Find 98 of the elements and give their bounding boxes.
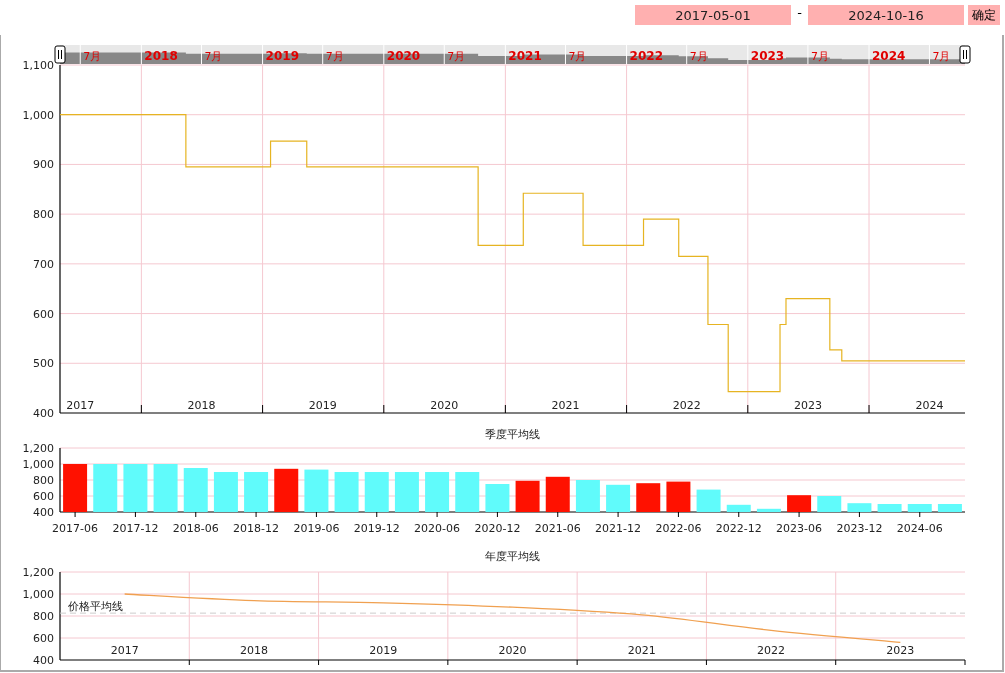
axis-label: 2017-12	[112, 522, 159, 535]
bar	[606, 484, 631, 512]
navigator-label: 7月	[810, 50, 829, 63]
axis-label: 2019-12	[353, 522, 400, 535]
bar	[937, 504, 962, 512]
navigator-label: 7月	[447, 50, 466, 63]
bar	[274, 468, 299, 512]
axis-label: 2023	[793, 399, 822, 412]
axis-label: 800	[33, 610, 54, 623]
bar	[756, 508, 781, 512]
axis-label: 600	[33, 490, 54, 503]
bar	[696, 489, 721, 512]
bar	[545, 476, 570, 512]
axis-label: 2022	[757, 644, 786, 657]
start-date-field[interactable]: 2017-05-01	[635, 5, 791, 25]
bar	[334, 472, 359, 512]
bar	[304, 469, 329, 512]
axis-label: 2020-12	[474, 522, 521, 535]
axis-label: 1,200	[22, 442, 54, 455]
axis-label: 800	[33, 208, 54, 222]
range-separator: -	[796, 5, 803, 21]
bar	[485, 484, 510, 512]
chart-title: 年度平均线	[485, 550, 540, 563]
axis-label: 2019-06	[293, 522, 340, 535]
axis-label: 2021	[551, 399, 580, 412]
bar	[455, 472, 480, 512]
axis-label: 2017	[110, 644, 139, 657]
reference-line-label: 价格平均线	[68, 600, 123, 614]
bar	[575, 480, 600, 512]
bar	[244, 472, 269, 512]
bar	[183, 468, 208, 512]
axis-label: 1,000	[22, 458, 54, 471]
navigator-label: 7月	[83, 50, 102, 63]
navigator-drawing[interactable]	[54, 45, 971, 64]
axis-label: 2017-06	[52, 522, 99, 535]
axis-label: 1,200	[22, 566, 54, 579]
navigator-label: 2018	[144, 49, 178, 63]
navigator-label: 7月	[568, 50, 587, 63]
axis-label: 2022-12	[715, 522, 762, 535]
bar	[123, 464, 148, 512]
axis-label: 600	[33, 307, 54, 321]
bar	[364, 472, 389, 512]
axis-label: 2018-12	[233, 522, 280, 535]
navigator-label: 2024	[872, 49, 906, 63]
axis-label: 2023	[886, 644, 915, 657]
axis-label: 2024	[915, 399, 944, 412]
axis-label: 2019	[369, 644, 398, 657]
axis-label: 400	[33, 407, 54, 420]
bar	[817, 496, 842, 512]
axis-label: 2018	[239, 644, 268, 657]
axis-label: 2019	[308, 399, 337, 412]
bar	[636, 483, 661, 512]
bar	[63, 464, 88, 512]
axis-label: 400	[33, 506, 54, 519]
axis-label: 1,000	[22, 108, 54, 122]
axis-label: 2020-06	[414, 522, 461, 535]
axis-label: 1,100	[22, 59, 54, 72]
navigator-label: 7月	[932, 50, 951, 63]
axis-label: 2020	[498, 644, 527, 657]
axis-label: 2018	[187, 399, 216, 412]
chart-title: 季度平均线	[485, 428, 540, 441]
bar	[877, 504, 902, 512]
axis-label: 800	[33, 474, 54, 487]
navigator-label: 2019	[265, 49, 299, 63]
axis-label: 2024-06	[896, 522, 943, 535]
axis-label: 2021-06	[534, 522, 581, 535]
bar	[515, 480, 540, 512]
axis-label: 2021	[627, 644, 656, 657]
axis-label: 600	[33, 632, 54, 645]
bar	[847, 503, 872, 512]
bar	[153, 464, 178, 512]
bar	[425, 472, 450, 512]
bar	[213, 472, 238, 512]
axis-label: 1,000	[22, 588, 54, 601]
bar	[907, 504, 932, 512]
end-date-field[interactable]: 2024-10-16	[808, 5, 964, 25]
axis-label: 2023-06	[776, 522, 823, 535]
axis-label: 2020	[430, 399, 459, 412]
axis-label: 400	[33, 654, 54, 667]
bar	[93, 464, 118, 512]
navigator-label: 2023	[750, 49, 785, 63]
bar	[394, 472, 419, 512]
axis-label: 700	[33, 257, 54, 271]
navigator-label: 7月	[325, 50, 344, 63]
axis-label: 2023-12	[836, 522, 883, 535]
axis-label: 2018-06	[172, 522, 219, 535]
axis-label: 2021-12	[595, 522, 642, 535]
axis-label: 2022-06	[655, 522, 702, 535]
axis-label: 900	[33, 158, 54, 172]
navigator-label: 2020	[386, 49, 421, 63]
confirm-button[interactable]: 确定	[968, 5, 1000, 25]
axis-label: 2022	[672, 399, 701, 412]
bar	[726, 504, 751, 512]
bar	[787, 495, 812, 512]
axis-label: 500	[33, 357, 54, 371]
navigator-label: 7月	[204, 50, 223, 63]
bar	[666, 481, 691, 512]
axis-label: 2017	[66, 399, 95, 412]
